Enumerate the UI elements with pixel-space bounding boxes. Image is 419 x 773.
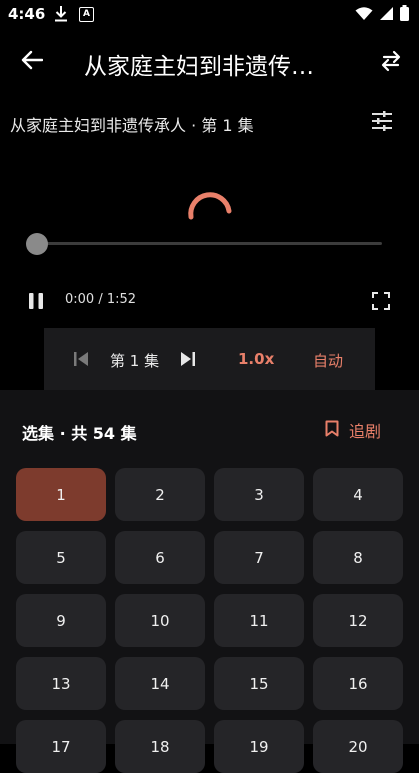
episode-item[interactable]: 11 (214, 594, 304, 647)
a-badge-icon: A (79, 7, 94, 22)
episode-item[interactable]: 6 (115, 531, 205, 584)
status-bar: 4:46 A (0, 0, 419, 28)
episode-item[interactable]: 1 (16, 468, 106, 521)
progress-thumb[interactable] (26, 233, 48, 255)
fullscreen-icon[interactable] (372, 292, 390, 314)
pause-icon[interactable] (28, 293, 44, 313)
progress-track[interactable] (38, 242, 382, 245)
episode-item[interactable]: 7 (214, 531, 304, 584)
bookmark-icon (325, 420, 339, 441)
previous-episode-icon[interactable] (73, 351, 89, 371)
episode-item[interactable]: 16 (313, 657, 403, 710)
back-arrow-icon[interactable] (21, 50, 44, 74)
page-title: 从家庭主妇到非遗传… (84, 54, 314, 80)
playback-speed-button[interactable]: 1.0x (238, 350, 274, 368)
episode-item[interactable]: 20 (313, 720, 403, 773)
current-episode-label: 第 1 集 (110, 352, 160, 370)
episode-title: 从家庭主妇到非遗传承人 · 第 1 集 (10, 116, 254, 135)
episode-item[interactable]: 18 (115, 720, 205, 773)
episode-item[interactable]: 13 (16, 657, 106, 710)
episode-control-strip: 第 1 集 1.0x 自动 (44, 328, 375, 390)
timecode: 0:00 / 1:52 (65, 292, 137, 307)
battery-icon (400, 5, 409, 25)
episode-item[interactable]: 3 (214, 468, 304, 521)
loading-spinner-icon (185, 187, 233, 235)
episode-list-header: 选集 · 共 54 集 (22, 424, 137, 443)
episode-item[interactable]: 15 (214, 657, 304, 710)
follow-label: 追剧 (349, 422, 382, 441)
episode-item[interactable]: 5 (16, 531, 106, 584)
episode-item[interactable]: 12 (313, 594, 403, 647)
wifi-icon (355, 6, 373, 25)
episode-item[interactable]: 8 (313, 531, 403, 584)
episode-item[interactable]: 17 (16, 720, 106, 773)
app-bar: 从家庭主妇到非遗传… (0, 28, 419, 94)
status-time: 4:46 (8, 5, 46, 23)
settings-sliders-icon[interactable] (371, 110, 393, 136)
episode-item[interactable]: 19 (214, 720, 304, 773)
episode-sheet: 选集 · 共 54 集 追剧 1 2 3 4 5 6 7 8 9 10 11 12 13 14 15 16 17… (0, 390, 419, 773)
episode-item[interactable]: 9 (16, 594, 106, 647)
episode-item[interactable]: 4 (313, 468, 403, 521)
status-icons (355, 5, 409, 25)
video-player[interactable]: 从家庭主妇到非遗传承人 · 第 1 集 0:00 / 1:52 第 1 集 1.… (0, 94, 419, 390)
switch-source-icon[interactable] (378, 48, 404, 78)
signal-icon (379, 6, 394, 25)
episode-item[interactable]: 10 (115, 594, 205, 647)
auto-play-button[interactable]: 自动 (313, 350, 343, 371)
episode-item[interactable]: 2 (115, 468, 205, 521)
episode-item[interactable]: 14 (115, 657, 205, 710)
next-episode-icon[interactable] (180, 351, 196, 371)
download-icon (54, 5, 68, 26)
follow-button[interactable]: 追剧 (325, 418, 381, 442)
